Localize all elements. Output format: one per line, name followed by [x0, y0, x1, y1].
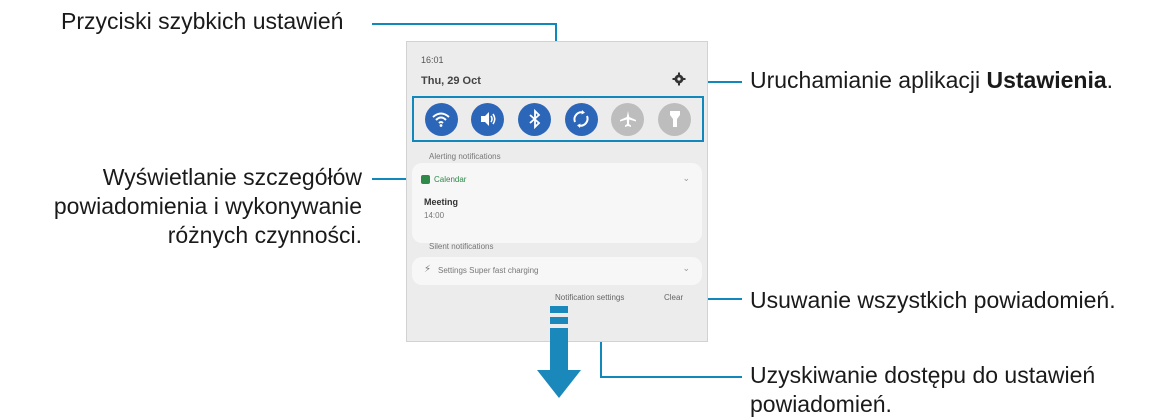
wifi-icon — [432, 112, 450, 127]
leader-notif-h — [600, 376, 742, 378]
arrow-down-icon — [537, 306, 581, 398]
callout-notif-line1: Uzyskiwanie dostępu do ustawień — [750, 362, 1096, 388]
airplane-icon — [619, 111, 636, 127]
auto-rotate-icon — [573, 110, 589, 128]
flash-icon: ⚡ — [424, 264, 432, 275]
wifi-button[interactable] — [424, 102, 458, 136]
callout-settings-suffix: . — [1106, 67, 1114, 93]
gear-icon[interactable] — [672, 72, 686, 86]
auto-rotate-button[interactable] — [564, 102, 598, 136]
calendar-app-name: Calendar — [434, 175, 467, 184]
event-title: Meeting — [424, 197, 459, 207]
flashlight-button[interactable] — [658, 102, 692, 136]
callout-settings-app: Uruchamianie aplikacji Ustawienia. — [750, 66, 1113, 95]
callout-details: Wyświetlanie szczegółów powiadomienia i … — [54, 163, 362, 250]
callout-details-line1: Wyświetlanie szczegółów — [102, 164, 362, 190]
bluetooth-button[interactable] — [518, 102, 552, 136]
flashlight-icon — [669, 111, 680, 127]
silent-header: Silent notifications — [429, 242, 494, 251]
calendar-icon — [421, 175, 430, 184]
callout-settings-bold: Ustawienia — [986, 67, 1107, 93]
status-time: 16:01 — [421, 55, 444, 65]
airplane-button[interactable] — [611, 102, 645, 136]
notification-card-calendar[interactable]: Calendar ⌄ Meeting 14:00 — [412, 163, 702, 243]
callout-settings-prefix: Uruchamianie aplikacji — [750, 67, 987, 93]
notification-panel: 16:01 Thu, 29 Oct Alerting notifications… — [406, 41, 708, 342]
callout-quick-settings: Przyciski szybkich ustawień — [61, 8, 344, 34]
callout-notification-settings: Uzyskiwanie dostępu do ustawień powiadom… — [750, 361, 1095, 419]
silent-item-text: Settings Super fast charging — [438, 266, 539, 275]
leader-quick-h — [372, 23, 556, 25]
event-time: 14:00 — [424, 211, 445, 220]
notification-card-silent[interactable]: ⚡ Settings Super fast charging ⌄ — [412, 257, 702, 285]
panel-date: Thu, 29 Oct — [421, 75, 481, 87]
sound-icon — [480, 112, 496, 126]
sound-button[interactable] — [471, 102, 505, 136]
quick-settings-row — [412, 96, 704, 142]
alerting-header: Alerting notifications — [429, 152, 501, 161]
notification-settings-button[interactable]: Notification settings — [555, 293, 624, 302]
callout-notif-line2: powiadomień. — [750, 391, 892, 417]
clear-button[interactable]: Clear — [664, 293, 683, 302]
callout-details-line2: powiadomienia i wykonywanie — [53, 193, 362, 219]
bluetooth-icon — [529, 109, 540, 129]
chevron-down-icon[interactable]: ⌄ — [682, 173, 690, 184]
callout-details-line3: różnych czynności. — [167, 222, 362, 248]
chevron-down-icon-silent[interactable]: ⌄ — [682, 263, 690, 274]
callout-clear-all: Usuwanie wszystkich powiadomień. — [750, 287, 1116, 313]
